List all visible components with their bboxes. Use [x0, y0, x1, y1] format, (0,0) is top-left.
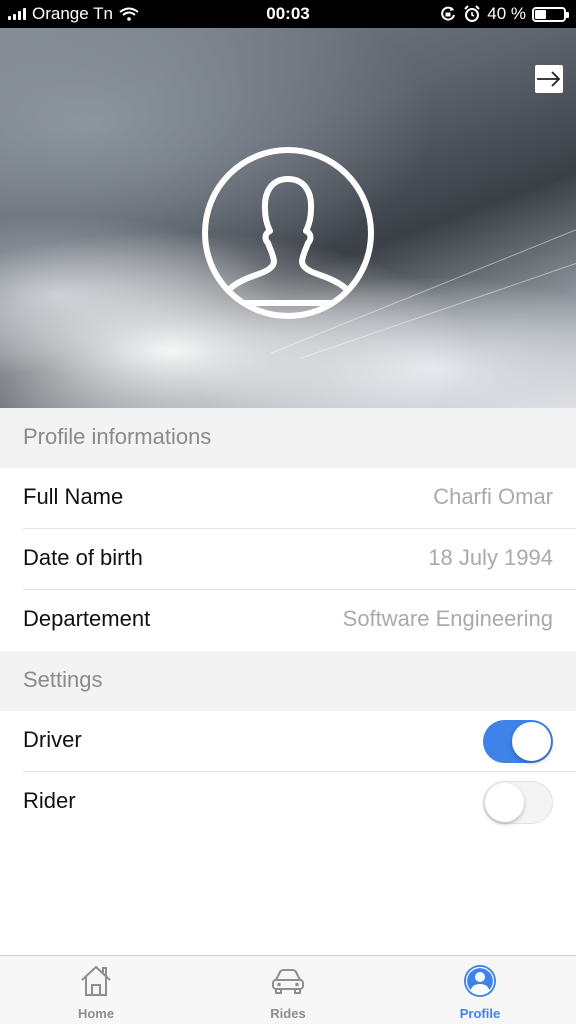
alarm-icon: [464, 5, 480, 22]
department-row: Departement Software Engineering: [0, 590, 576, 651]
battery-icon: [532, 6, 569, 22]
status-bar: Orange Tn 00:03 40 %: [0, 0, 576, 28]
battery-percent: 40 %: [487, 4, 526, 23]
profile-header: [0, 28, 576, 408]
profile-icon: [464, 965, 496, 997]
driver-label: Driver: [23, 727, 82, 752]
tab-home[interactable]: Home: [0, 956, 192, 1024]
date-of-birth-row: Date of birth 18 July 1994: [0, 529, 576, 590]
logout-button[interactable]: [535, 65, 563, 93]
rider-row: Rider: [0, 772, 576, 833]
settings-section-title: Settings: [23, 667, 103, 692]
status-left: Orange Tn: [8, 4, 139, 24]
toggle-knob: [485, 783, 524, 822]
driver-row: Driver: [0, 711, 576, 772]
tab-rides[interactable]: Rides: [192, 956, 384, 1024]
tab-bar: Home Rides Profile: [0, 955, 576, 1024]
date-of-birth-value: 18 July 1994: [428, 545, 553, 570]
profile-section-header: Profile informations: [0, 408, 576, 468]
home-icon: [81, 966, 111, 996]
status-right: 40 %: [439, 4, 569, 24]
driver-toggle[interactable]: [483, 720, 553, 763]
tab-profile[interactable]: Profile: [384, 956, 576, 1024]
rider-toggle[interactable]: [483, 781, 553, 824]
profile-section-title: Profile informations: [23, 424, 212, 449]
orientation-lock-icon: [441, 6, 456, 21]
tab-rides-label: Rides: [270, 1006, 306, 1021]
department-value: Software Engineering: [342, 606, 553, 631]
full-name-label: Full Name: [23, 484, 124, 509]
full-name-row: Full Name Charfi Omar: [0, 468, 576, 529]
car-icon: [272, 969, 304, 994]
date-of-birth-label: Date of birth: [23, 545, 143, 570]
rider-label: Rider: [23, 788, 76, 813]
logout-arrow-icon: [537, 71, 561, 87]
department-label: Departement: [23, 606, 151, 631]
avatar[interactable]: [202, 147, 374, 319]
full-name-value: Charfi Omar: [433, 484, 553, 509]
carrier-name: Orange Tn: [32, 4, 113, 23]
tab-profile-label: Profile: [459, 1006, 501, 1021]
settings-section-header: Settings: [0, 651, 576, 711]
user-silhouette-icon: [217, 176, 359, 306]
toggle-knob: [512, 722, 551, 761]
tab-home-label: Home: [77, 1006, 115, 1021]
signal-icon: [8, 8, 26, 20]
battery-fill: [535, 9, 547, 19]
wifi-icon: [119, 7, 139, 21]
